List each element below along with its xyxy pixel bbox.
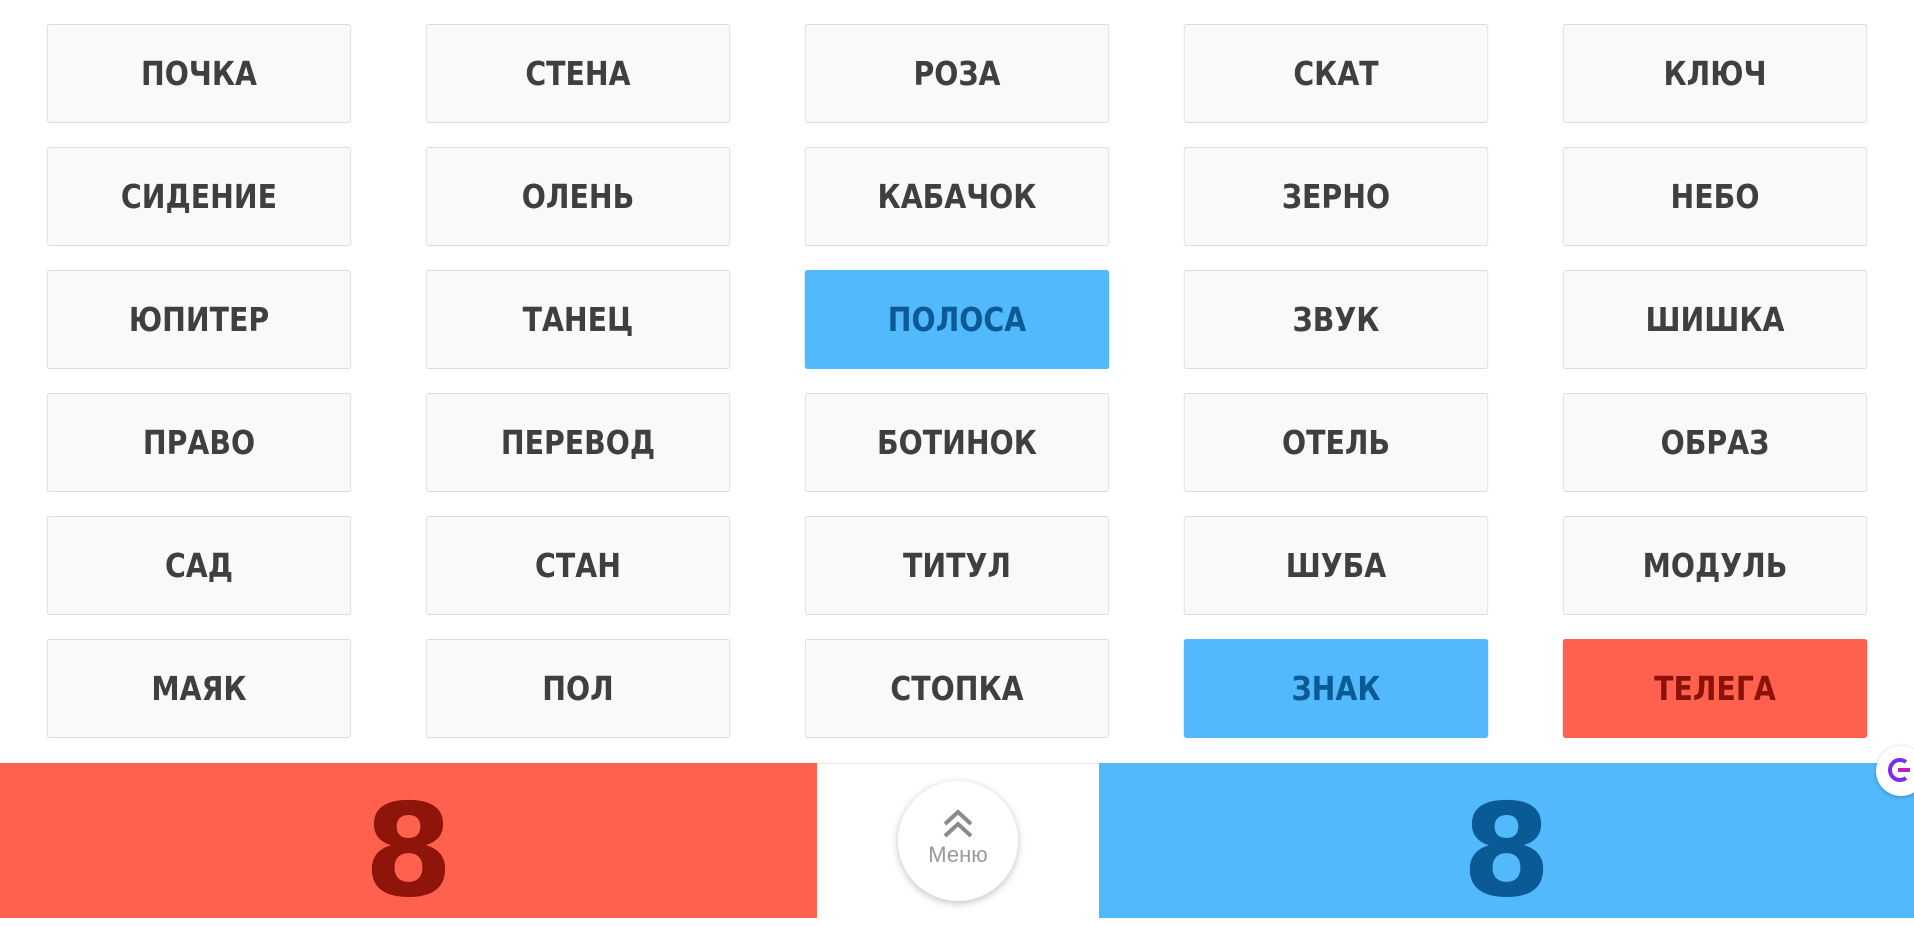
word-card[interactable]: ОТЕЛЬ [1183,393,1489,492]
word-card-label: ОБРАЗ [1660,423,1770,462]
word-card-label: ТИТУЛ [903,546,1011,585]
word-card-label: МАЯК [151,669,247,708]
word-card[interactable]: ТИТУЛ [804,516,1110,615]
word-card[interactable]: СТАН [425,516,731,615]
word-card[interactable]: ШУБА [1183,516,1489,615]
word-card-label: СТОПКА [890,669,1024,708]
word-card-label: ОТЕЛЬ [1281,423,1391,462]
word-card-label: ЗЕРНО [1281,177,1391,216]
word-card-label: МОДУЛЬ [1642,546,1788,585]
word-card[interactable]: ТЕЛЕГА [1562,639,1868,738]
word-card-label: ОЛЕНЬ [521,177,635,216]
word-card[interactable]: САД [46,516,352,615]
blue-team-score: 8 [1461,776,1552,926]
blue-team-score-panel: 8 [1099,763,1914,918]
word-card-label: НЕБО [1670,177,1760,216]
word-card-label: ШУБА [1285,546,1387,585]
word-card-label: ПОЧКА [141,54,257,93]
word-card-label: ПРАВО [142,423,256,462]
word-card-label: ПОЛОСА [887,300,1027,339]
word-board: ПОЧКА СТЕНА РОЗА СКАТ КЛЮЧ СИДЕНИЕ ОЛЕНЬ КАБАЧО… [22,24,1895,739]
word-card[interactable]: ПОЧКА [46,24,352,123]
word-card-label: СКАТ [1293,54,1379,93]
score-bar: 8 Меню 8 [0,763,1914,918]
word-card-label: СТЕНА [525,54,631,93]
word-card[interactable]: ОБРАЗ [1562,393,1868,492]
word-card[interactable]: КЛЮЧ [1562,24,1868,123]
word-card[interactable]: ПОЛ [425,639,731,738]
double-chevron-up-icon [941,809,975,838]
word-card-label: БОТИНОК [877,423,1037,462]
word-card[interactable]: ЗВУК [1183,270,1489,369]
word-card-label: СИДЕНИЕ [120,177,278,216]
word-card-label: ПЕРЕВОД [500,423,656,462]
word-card[interactable]: ЗНАК [1183,639,1489,738]
word-card[interactable]: ЗЕРНО [1183,147,1489,246]
word-card[interactable]: ПЕРЕВОД [425,393,731,492]
word-card-label: ЗНАК [1291,669,1381,708]
red-team-score-panel: 8 [0,763,817,918]
word-card[interactable]: ПРАВО [46,393,352,492]
red-team-score: 8 [363,776,454,926]
word-card[interactable]: ЮПИТЕР [46,270,352,369]
word-card[interactable]: НЕБО [1562,147,1868,246]
word-card-label: ПОЛ [542,669,614,708]
word-card-label: ЗВУК [1292,300,1380,339]
word-card[interactable]: КАБАЧОК [804,147,1110,246]
word-card-label: ЮПИТЕР [128,300,270,339]
word-card-label: КЛЮЧ [1663,54,1767,93]
word-card-label: ШИШКА [1645,300,1785,339]
word-card-label: РОЗА [913,54,1001,93]
word-card[interactable]: ПОЛОСА [804,270,1110,369]
word-card[interactable]: ОЛЕНЬ [425,147,731,246]
word-card[interactable]: СТЕНА [425,24,731,123]
word-card-label: СТАН [535,546,621,585]
word-card[interactable]: СИДЕНИЕ [46,147,352,246]
word-card[interactable]: БОТИНОК [804,393,1110,492]
word-card[interactable]: ТАНЕЦ [425,270,731,369]
word-card-label: КАБАЧОК [877,177,1037,216]
menu-label: Меню [928,842,988,867]
word-card[interactable]: РОЗА [804,24,1110,123]
word-card[interactable]: СКАТ [1183,24,1489,123]
menu-button[interactable]: Меню [898,781,1018,901]
word-card-label: САД [164,546,234,585]
divider [817,763,1099,764]
word-card-label: ТЕЛЕГА [1654,669,1776,708]
word-card[interactable]: МАЯК [46,639,352,738]
word-card[interactable]: МОДУЛЬ [1562,516,1868,615]
word-card-label: ТАНЕЦ [522,300,634,339]
word-card[interactable]: СТОПКА [804,639,1110,738]
word-card[interactable]: ШИШКА [1562,270,1868,369]
